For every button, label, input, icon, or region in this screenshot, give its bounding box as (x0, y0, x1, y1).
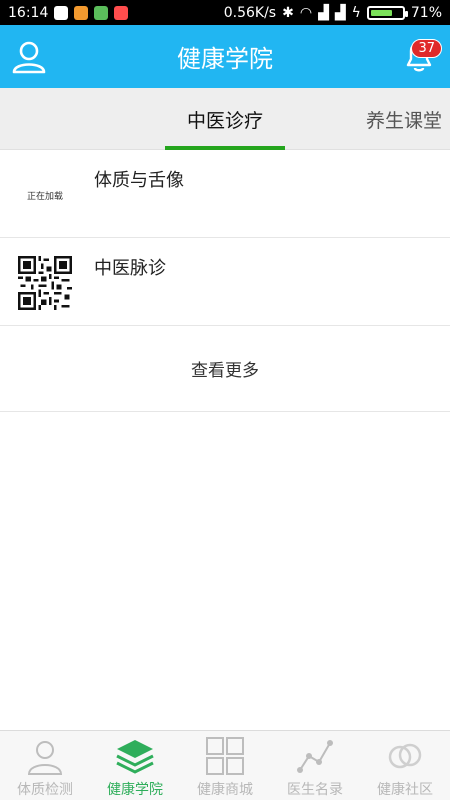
category-tabs: 中医诊疗 养生课堂 (0, 88, 450, 150)
nav-label: 健康商城 (197, 782, 253, 798)
tab-label: 养生课堂 (366, 109, 443, 132)
status-bar-right: 0.56K/s ✱ ◠ ▟ ▟ ϟ 71% (224, 5, 442, 21)
nav-label: 健康学院 (107, 782, 163, 798)
article-list: 正在加载 体质与舌像 中医脉诊 查看更多 (0, 150, 450, 412)
qq-notification-icon (54, 5, 69, 20)
network-speed: 0.56K/s (223, 4, 277, 21)
nav-label: 体质检测 (17, 782, 73, 798)
bottom-nav: 体质检测 健康学院 健康商城 医生名录 健康社区 (0, 730, 450, 800)
app-header: 健康学院 37 (0, 25, 450, 88)
status-bar: 16:14 0.56K/s ✱ ◠ ▟ ▟ ϟ 71% (0, 0, 450, 25)
wifi-icon: ◠ (299, 4, 313, 21)
user-icon (12, 41, 46, 74)
status-time: 16:14 (8, 4, 49, 21)
tab-tcm-diagnosis[interactable]: 中医诊疗 (165, 88, 285, 150)
nav-item-health-academy[interactable]: 健康学院 (90, 731, 180, 800)
charging-icon: ϟ (351, 4, 361, 21)
list-item[interactable]: 中医脉诊 (0, 238, 450, 326)
tab-health-class[interactable]: 养生课堂 (366, 88, 450, 150)
battery-percent: 71% (410, 4, 442, 21)
list-item[interactable]: 正在加载 体质与舌像 (0, 150, 450, 238)
tab-label: 中医诊疗 (186, 109, 263, 132)
list-item-title: 体质与舌像 (94, 170, 184, 191)
qr-code-icon (18, 256, 72, 310)
status-bar-left: 16:14 (8, 4, 129, 21)
nav-item-doctor-directory[interactable]: 医生名录 (270, 731, 360, 800)
signal-icon: ▟ (318, 4, 329, 21)
nav-item-constitution-test[interactable]: 体质检测 (0, 731, 90, 800)
notifications-button[interactable]: 37 (402, 37, 442, 75)
app-notification-icon (74, 5, 89, 20)
person-icon (27, 741, 63, 775)
view-more-button[interactable]: 查看更多 (0, 326, 450, 412)
nav-item-health-mall[interactable]: 健康商城 (180, 731, 270, 800)
nav-item-health-community[interactable]: 健康社区 (360, 731, 450, 800)
notification-badge: 37 (411, 39, 442, 58)
bluetooth-icon: ✱ (282, 4, 294, 21)
grid-icon (206, 737, 244, 775)
tiktok-notification-icon (114, 5, 129, 20)
nav-label: 医生名录 (287, 782, 343, 798)
list-item-title: 中医脉诊 (94, 258, 166, 279)
chart-line-icon (297, 740, 333, 773)
rings-icon (388, 743, 422, 769)
layers-icon (116, 740, 154, 774)
user-profile-button[interactable] (10, 38, 48, 76)
android-notification-icon (94, 5, 109, 20)
page-title: 健康学院 (177, 46, 273, 73)
nav-label: 健康社区 (377, 782, 433, 798)
battery-icon (366, 5, 408, 20)
view-more-label: 查看更多 (191, 361, 259, 381)
loading-placeholder: 正在加载 (18, 168, 72, 222)
signal-icon-2: ▟ (334, 4, 346, 21)
loading-text: 正在加载 (26, 191, 63, 202)
